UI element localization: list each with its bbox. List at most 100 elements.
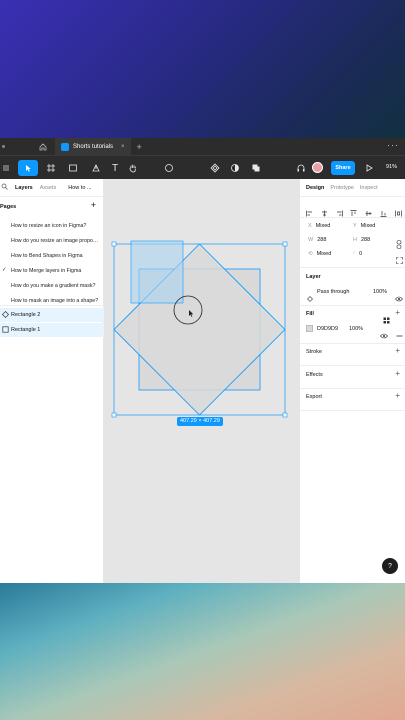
new-tab-button[interactable]: + bbox=[137, 142, 142, 152]
resize-handle[interactable] bbox=[282, 412, 288, 418]
mask-icon[interactable] bbox=[229, 160, 241, 176]
add-page-button[interactable]: + bbox=[91, 200, 96, 210]
toolbar: T Share 91% bbox=[0, 155, 405, 179]
tab-assets[interactable]: Assets bbox=[40, 185, 57, 191]
diamond-icon bbox=[2, 311, 9, 318]
divider bbox=[0, 305, 104, 306]
headphones-icon[interactable] bbox=[295, 160, 307, 176]
tab-layers[interactable]: Layers bbox=[15, 185, 33, 191]
add-fill-button[interactable]: + bbox=[395, 308, 400, 317]
move-tool-button[interactable] bbox=[18, 160, 38, 176]
hand-tool-icon[interactable] bbox=[127, 160, 139, 176]
file-tab-title: Shorts tutorials bbox=[73, 143, 114, 150]
search-icon[interactable] bbox=[1, 183, 8, 192]
pages-label: Pages bbox=[0, 204, 17, 210]
align-top-icon[interactable] bbox=[350, 204, 357, 216]
resize-handle[interactable] bbox=[111, 241, 117, 247]
frame-tool-icon[interactable] bbox=[43, 160, 59, 176]
fill-color-swatch[interactable] bbox=[306, 325, 313, 332]
page-item-label: How do you make a gradient mask? bbox=[11, 283, 96, 289]
canvas[interactable]: 407.29 × 407.29 bbox=[104, 179, 299, 583]
zoom-level[interactable]: 91% bbox=[386, 164, 397, 170]
text-tool-icon[interactable]: T bbox=[109, 160, 121, 176]
close-tab-icon[interactable]: × bbox=[121, 144, 125, 150]
page-item[interactable]: How to Bend Shapes in Figma bbox=[0, 249, 104, 263]
figma-window: Shorts tutorials × + ··· T Share 91% Lay… bbox=[0, 138, 405, 583]
add-export-button[interactable]: + bbox=[395, 391, 400, 400]
home-icon[interactable] bbox=[37, 141, 49, 153]
help-button[interactable]: ? bbox=[382, 558, 398, 574]
square-icon bbox=[2, 326, 9, 333]
page-selector[interactable]: How to ... bbox=[68, 185, 91, 191]
page-item[interactable]: How do you resize an image proportionall… bbox=[0, 234, 104, 248]
rotation-field[interactable]: ⟲ Mixed bbox=[308, 251, 331, 261]
eye-icon[interactable] bbox=[380, 326, 388, 344]
align-horizontal-center-icon[interactable] bbox=[321, 204, 328, 216]
export-section-title: Export bbox=[306, 394, 322, 400]
hover-highlight bbox=[130, 240, 184, 304]
layer-label: Rectangle 2 bbox=[11, 312, 41, 318]
dimension-label: 407.29 × 407.29 bbox=[177, 417, 223, 426]
right-panel-tabs: Design Prototype Inspect bbox=[300, 179, 405, 197]
canvas-artwork[interactable] bbox=[104, 179, 299, 583]
layer-row-rectangle-1[interactable]: Rectangle 1 bbox=[0, 323, 104, 337]
file-icon bbox=[61, 142, 69, 151]
background-gradient-bottom bbox=[0, 583, 405, 720]
rectangle-tool-icon[interactable] bbox=[65, 160, 81, 176]
page-item-current[interactable]: ✓ How to Merge layers in Figma bbox=[0, 264, 104, 278]
left-panel-tabs: Layers Assets How to ... bbox=[0, 179, 103, 197]
component-icon[interactable] bbox=[207, 160, 223, 176]
comment-tool-icon[interactable] bbox=[163, 160, 175, 176]
divider bbox=[300, 305, 405, 306]
avatar[interactable] bbox=[312, 162, 323, 173]
tab-design[interactable]: Design bbox=[306, 185, 324, 191]
divider bbox=[300, 365, 405, 366]
y-field[interactable]: Y Mixed bbox=[353, 223, 375, 233]
right-panel: Design Prototype Inspect X Mixed Y Mixed W… bbox=[299, 179, 405, 583]
main-menu-icon[interactable] bbox=[0, 160, 12, 176]
layer-opacity[interactable]: 100% bbox=[373, 289, 387, 299]
pen-tool-icon[interactable] bbox=[88, 160, 104, 176]
page-item[interactable]: How do you make a gradient mask? bbox=[0, 279, 104, 293]
fill-opacity[interactable]: 100% bbox=[349, 326, 363, 336]
divider bbox=[300, 388, 405, 389]
page-item-label: How to resize an icon in Figma? bbox=[11, 223, 87, 229]
add-stroke-button[interactable]: + bbox=[395, 346, 400, 355]
layer-label: Rectangle 1 bbox=[11, 327, 41, 333]
present-play-icon[interactable] bbox=[363, 160, 375, 176]
blend-mode-select[interactable]: Pass through bbox=[317, 289, 349, 299]
share-button[interactable]: Share bbox=[331, 161, 355, 175]
tab-inspect[interactable]: Inspect bbox=[360, 185, 378, 191]
corner-radius-field[interactable]: ◜ 0 bbox=[353, 251, 362, 261]
distribute-icon[interactable] bbox=[395, 204, 402, 216]
align-right-icon[interactable] bbox=[336, 204, 343, 216]
background-gradient-top bbox=[0, 0, 405, 138]
resize-handle[interactable] bbox=[111, 412, 117, 418]
width-field[interactable]: W 288 bbox=[308, 237, 326, 247]
fill-section-title: Fill bbox=[306, 311, 314, 317]
boolean-union-icon[interactable] bbox=[248, 160, 264, 176]
align-vertical-center-icon[interactable] bbox=[365, 204, 372, 216]
effects-section-title: Effects bbox=[306, 372, 323, 378]
page-item[interactable]: How to resize an icon in Figma? bbox=[0, 219, 104, 233]
divider bbox=[300, 217, 405, 218]
height-field[interactable]: H 288 bbox=[353, 237, 370, 247]
window-control[interactable] bbox=[2, 145, 5, 148]
align-bottom-icon[interactable] bbox=[380, 204, 387, 217]
page-item-label: How to mask an image into a shape? bbox=[11, 298, 99, 304]
page-item-label: How to Bend Shapes in Figma bbox=[11, 253, 83, 259]
checkmark-icon: ✓ bbox=[2, 267, 7, 273]
layer-row-rectangle-2[interactable]: Rectangle 2 bbox=[0, 308, 104, 322]
stroke-section-title: Stroke bbox=[306, 349, 322, 355]
fill-hex[interactable]: D9D9D9 bbox=[317, 326, 338, 336]
tab-prototype[interactable]: Prototype bbox=[330, 185, 354, 191]
add-effect-button[interactable]: + bbox=[395, 369, 400, 378]
file-tab[interactable]: Shorts tutorials × bbox=[55, 138, 131, 155]
align-left-icon[interactable] bbox=[306, 204, 313, 216]
x-field[interactable]: X Mixed bbox=[308, 223, 330, 233]
layer-section-title: Layer bbox=[306, 274, 321, 280]
resize-handle[interactable] bbox=[282, 241, 288, 247]
remove-fill-icon[interactable] bbox=[396, 326, 403, 344]
left-panel: Layers Assets How to ... Pages + How to … bbox=[0, 179, 104, 583]
more-menu-icon[interactable]: ··· bbox=[387, 140, 399, 150]
